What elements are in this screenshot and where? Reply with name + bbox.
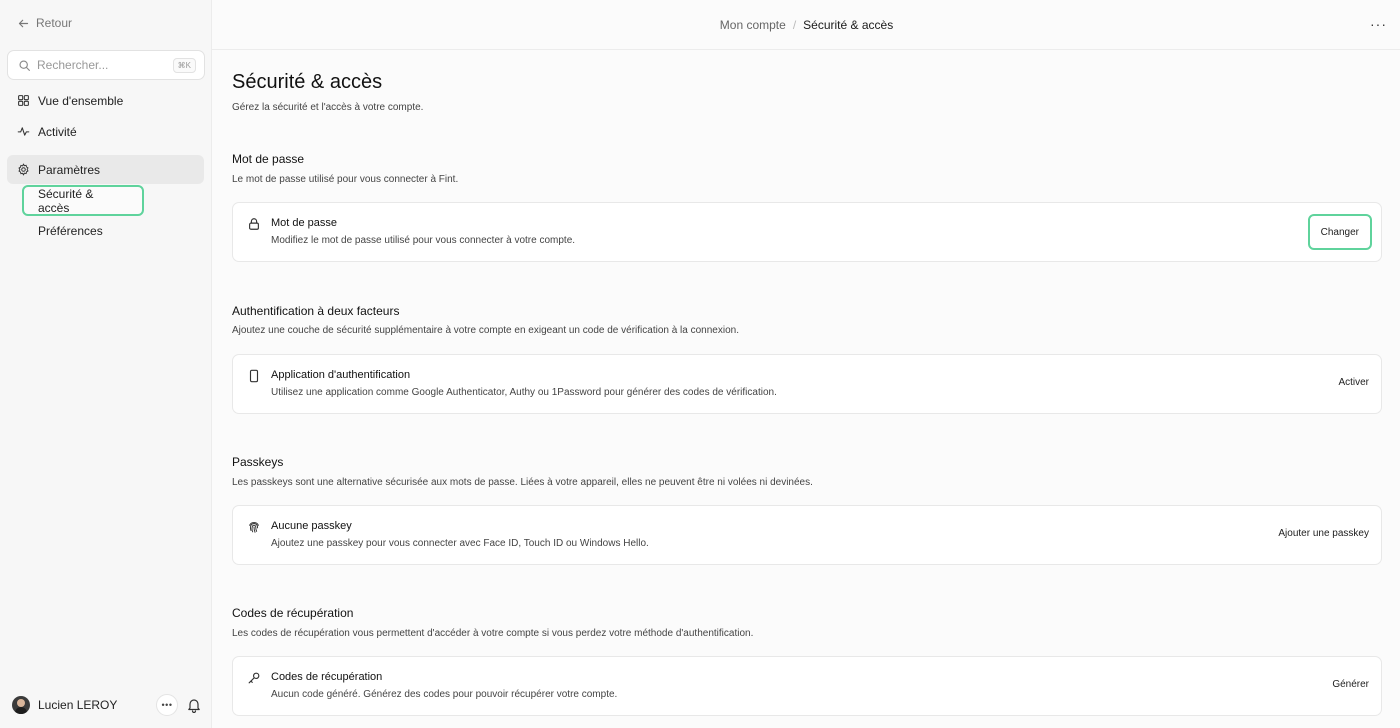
fingerprint-icon — [249, 522, 259, 533]
section-description-recovery: Les codes de récupération vous permetten… — [232, 628, 754, 639]
card-title: Application d'authentification — [271, 369, 411, 381]
section-description-two-factor: Ajoutez une couche de sécurité supplémen… — [232, 325, 739, 336]
arrow-left-icon — [18, 19, 29, 27]
breadcrumb: Mon compte / Sécurité & accès — [720, 18, 893, 32]
back-label: Retour — [36, 16, 73, 30]
authenticator-card: Application d'authentification Utilisez … — [232, 354, 1382, 414]
sidebar-subitem-label: Sécurité & accès — [38, 186, 94, 215]
lock-icon — [249, 218, 259, 230]
search-box[interactable]: ⌘K — [7, 50, 205, 80]
main-content: Mon compte / Sécurité & accès ··· Sécuri… — [211, 0, 1400, 728]
sidebar-item-label: Activité — [38, 124, 77, 139]
breadcrumb-current: Sécurité & accès — [803, 17, 894, 32]
back-link[interactable]: Retour — [17, 14, 72, 32]
add-passkey-button[interactable]: Ajouter une passkey — [1278, 528, 1369, 539]
page-title: Sécurité & accès — [232, 71, 383, 93]
top-bar: Mon compte / Sécurité & accès ··· — [212, 0, 1400, 50]
sidebar: Retour ⌘K Vue d'ensemble Activité Paramè… — [0, 0, 211, 728]
bell-icon[interactable] — [186, 697, 202, 713]
sidebar-subitem-security[interactable]: Sécurité & accès — [22, 185, 144, 216]
activity-icon — [17, 127, 30, 136]
section-title-password: Mot de passe — [232, 152, 305, 166]
sidebar-item-overview[interactable]: Vue d'ensemble — [17, 92, 123, 109]
card-description: Ajoutez une passkey pour vous connecter … — [271, 538, 649, 549]
change-password-button[interactable]: Changer — [1307, 214, 1372, 250]
search-icon — [19, 59, 30, 71]
breadcrumb-separator: / — [792, 17, 797, 32]
user-name: Lucien LEROY — [38, 698, 118, 712]
sidebar-item-label: Paramètres — [38, 162, 101, 177]
sidebar-item-label: Vue d'ensemble — [38, 93, 124, 108]
more-options-button[interactable]: ··· — [1370, 17, 1387, 31]
grid-icon — [18, 95, 29, 106]
sidebar-subitem-label: Préférences — [38, 223, 103, 238]
user-menu-button[interactable]: ••• — [156, 694, 178, 716]
user-profile[interactable]: Lucien LEROY ••• — [12, 694, 204, 716]
breadcrumb-parent[interactable]: Mon compte — [720, 18, 786, 32]
card-title: Aucune passkey — [271, 520, 352, 532]
section-description-passkeys: Les passkeys sont une alternative sécuri… — [232, 477, 813, 488]
section-title-passkeys: Passkeys — [232, 455, 284, 469]
generate-codes-button[interactable]: Générer — [1332, 679, 1369, 690]
section-title-two-factor: Authentification à deux facteurs — [232, 304, 400, 318]
sidebar-subitem-preferences[interactable]: Préférences — [38, 222, 103, 239]
password-card: Mot de passe Modifiez le mot de passe ut… — [232, 202, 1382, 262]
gear-icon — [18, 163, 29, 176]
recovery-codes-card: Codes de récupération Aucun code généré.… — [232, 656, 1382, 716]
card-description: Utilisez une application comme Google Au… — [271, 387, 777, 398]
avatar — [12, 696, 30, 714]
page-description: Gérez la sécurité et l'accès à votre com… — [232, 102, 424, 113]
phone-icon — [249, 369, 259, 383]
section-description-password: Le mot de passe utilisé pour vous connec… — [232, 174, 459, 185]
passkey-card: Aucune passkey Ajoutez une passkey pour … — [232, 505, 1382, 565]
card-title: Mot de passe — [271, 217, 338, 229]
dots-icon: ••• — [161, 700, 173, 710]
section-title-recovery: Codes de récupération — [232, 606, 354, 620]
activate-2fa-button[interactable]: Activer — [1338, 377, 1369, 388]
search-input[interactable] — [37, 58, 167, 72]
card-description: Aucun code généré. Générez des codes pou… — [271, 689, 618, 700]
sidebar-item-settings[interactable]: Paramètres — [7, 155, 204, 184]
search-shortcut: ⌘K — [172, 57, 196, 73]
key-icon — [248, 672, 260, 684]
card-description: Modifiez le mot de passe utilisé pour vo… — [271, 235, 576, 246]
sidebar-item-activity[interactable]: Activité — [17, 123, 77, 140]
card-title: Codes de récupération — [271, 671, 383, 683]
